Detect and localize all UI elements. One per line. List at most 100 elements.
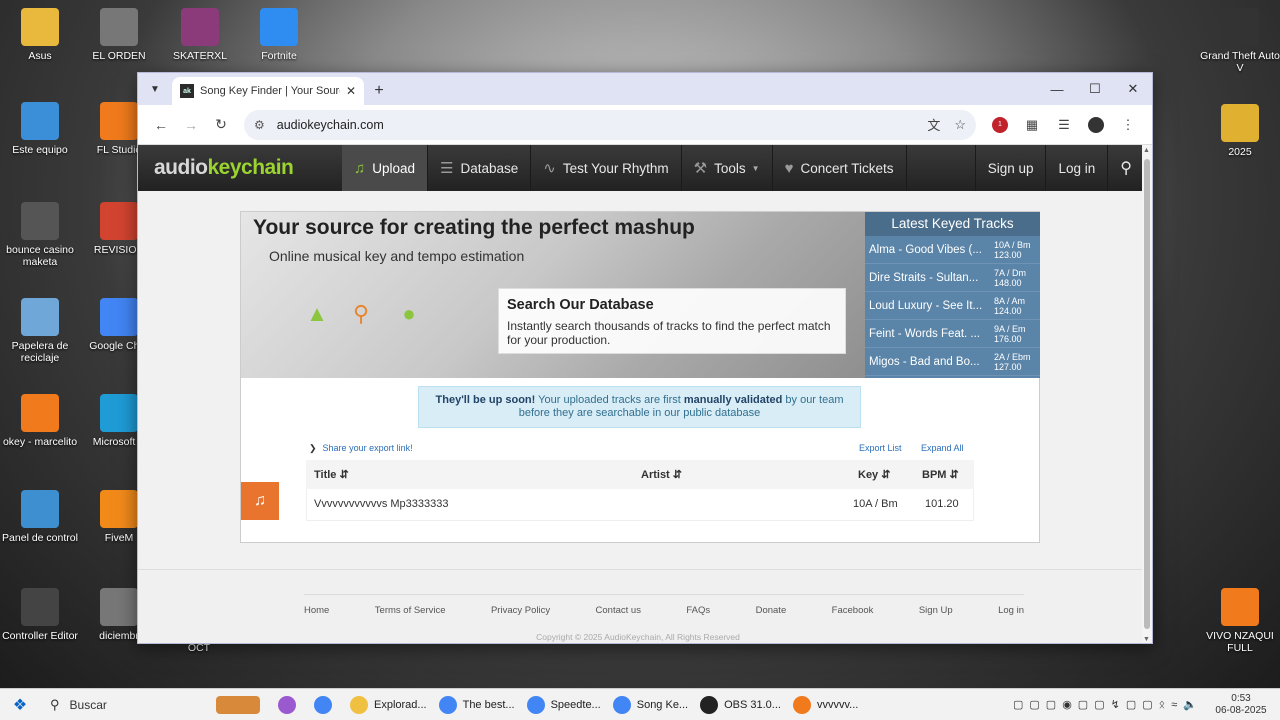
chrome-icon[interactable] xyxy=(308,689,344,720)
expand-all-link[interactable]: Expand All xyxy=(921,443,964,453)
nav-database[interactable]: ☰ Database xyxy=(428,145,532,191)
sort-artist[interactable]: Artist ⇵ xyxy=(641,468,682,481)
login-link[interactable]: Log in xyxy=(1045,145,1107,191)
puzzle-extensions-icon[interactable]: ▦ xyxy=(1016,110,1048,140)
back-button[interactable]: ← xyxy=(146,110,176,140)
nav-tools[interactable]: ⚒ Tools ▼ xyxy=(682,145,773,191)
tab-search-button[interactable]: ▼ xyxy=(138,73,172,105)
footer-link[interactable]: Privacy Policy xyxy=(491,605,550,616)
page-scrollbar[interactable]: ▲ ▼ xyxy=(1142,145,1152,643)
minimize-icon[interactable]: — xyxy=(1038,73,1076,105)
desktop-icon[interactable]: Fortnite xyxy=(239,8,319,62)
address-bar[interactable]: ⚙ audiokeychain.com 文 ☆ xyxy=(244,109,976,140)
taskbar-app[interactable]: Explorad... xyxy=(344,689,433,720)
desktop-icon[interactable]: Este equipo xyxy=(0,102,80,156)
footer-link[interactable]: Contact us xyxy=(596,605,641,616)
tray-icon[interactable]: ▢ xyxy=(1126,698,1136,711)
volume-icon[interactable]: 🔈 xyxy=(1183,698,1197,711)
signup-link[interactable]: Sign up xyxy=(974,145,1046,191)
widgets-button[interactable] xyxy=(210,689,272,720)
share-export-link[interactable]: ❯ Share your export link! xyxy=(309,443,413,454)
desktop-icon[interactable]: Asus xyxy=(0,8,80,62)
close-window-icon[interactable]: ✕ xyxy=(1114,73,1152,105)
new-tab-button[interactable]: + xyxy=(364,77,394,105)
latest-track-row[interactable]: Alma - Good Vibes (... 10A / Bm 123.00 xyxy=(865,236,1040,264)
upload-arrow-icon[interactable]: ▲ xyxy=(301,298,333,330)
footer-link[interactable]: Donate xyxy=(756,605,787,616)
taskbar-app[interactable]: vvvvvv... xyxy=(787,689,864,720)
taskbar-app[interactable]: OBS 31.0... xyxy=(694,689,787,720)
nav-concert-tickets[interactable]: ♥ Concert Tickets xyxy=(773,145,907,191)
video-file-icon xyxy=(21,202,59,240)
desktop-icon[interactable]: okey - marcelito xyxy=(0,394,80,448)
footer-link[interactable]: Home xyxy=(304,605,329,616)
hero-title: Your source for creating the perfect mas… xyxy=(253,216,695,239)
taskbar-app[interactable]: Speedte... xyxy=(521,689,607,720)
desktop-icon[interactable]: Controller Editor xyxy=(0,588,80,642)
usb-icon[interactable]: ↯ xyxy=(1111,698,1120,711)
search-database-card[interactable]: Search Our Database Instantly search tho… xyxy=(498,288,846,354)
reload-button[interactable]: ↻ xyxy=(206,110,236,140)
sort-bpm[interactable]: BPM ⇵ xyxy=(922,468,959,481)
tray-icon[interactable]: ▢ xyxy=(1094,698,1104,711)
sort-key[interactable]: Key ⇵ xyxy=(858,468,890,481)
export-list-link[interactable]: Export List xyxy=(859,443,902,453)
footer-link[interactable]: Log in xyxy=(998,605,1024,616)
tab-song-key-finder[interactable]: ak Song Key Finder | Your Source f ✕ xyxy=(172,77,364,105)
site-info-icon[interactable]: ⚙ xyxy=(254,118,265,132)
desktop-icon[interactable]: SKATERXL xyxy=(160,8,240,62)
media-control-icon[interactable]: ☰ xyxy=(1048,110,1080,140)
site-logo[interactable]: audiokeychain xyxy=(138,156,342,180)
bookmark-star-icon[interactable]: ☆ xyxy=(954,117,966,133)
desktop-icon[interactable]: bounce casino maketa xyxy=(0,202,80,268)
track-thumbnail-icon[interactable]: ♫ xyxy=(241,482,279,520)
copilot-icon[interactable] xyxy=(272,689,308,720)
app-icon xyxy=(792,695,811,714)
table-row[interactable]: Vvvvvvvvvvvvs Mp3333333 10A / Bm 101.20 xyxy=(306,489,974,521)
bluetooth-icon[interactable]: ᛟ xyxy=(1159,699,1166,711)
ticket-icon: ♥ xyxy=(784,159,794,177)
desktop-icon[interactable]: Papelera de reciclaje xyxy=(0,298,80,364)
taskbar-app[interactable]: Song Ke... xyxy=(607,689,694,720)
desktop-icon[interactable]: Panel de control xyxy=(0,490,80,544)
footer-link[interactable]: FAQs xyxy=(686,605,710,616)
maximize-icon[interactable]: ☐ xyxy=(1076,73,1114,105)
forward-button[interactable]: → xyxy=(176,110,206,140)
wifi-icon[interactable]: ≈ xyxy=(1171,699,1177,711)
profile-avatar[interactable] xyxy=(1080,110,1112,140)
system-tray: ▢ ▢ ▢ ◉ ▢ ▢ ↯ ▢ ▢ ᛟ ≈ 🔈 0:53 06-08-2025 xyxy=(1010,689,1280,720)
taskbar-search[interactable]: ⚲ Buscar xyxy=(40,689,210,720)
taskbar-app[interactable]: The best... xyxy=(433,689,521,720)
sort-title[interactable]: Title ⇵ xyxy=(314,468,349,481)
tray-icon[interactable]: ▢ xyxy=(1142,698,1152,711)
desktop-icon[interactable]: 2025 xyxy=(1200,104,1280,158)
taskbar-clock[interactable]: 0:53 06-08-2025 xyxy=(1210,693,1272,717)
tray-icon[interactable]: ▢ xyxy=(1029,698,1039,711)
extension-icon[interactable]: 1 xyxy=(984,110,1016,140)
nav-upload[interactable]: ♫ Upload xyxy=(342,145,429,191)
desktop-icon[interactable]: VIVO NZAQUI FULL xyxy=(1200,588,1280,654)
close-tab-icon[interactable]: ✕ xyxy=(346,84,356,98)
desktop-icon[interactable]: Grand Theft Auto V xyxy=(1200,8,1280,74)
footer-link[interactable]: Terms of Service xyxy=(375,605,446,616)
translate-icon[interactable]: 文 xyxy=(927,115,940,134)
users-icon[interactable]: ● xyxy=(393,298,425,330)
menu-kebab-icon[interactable]: ⋮ xyxy=(1112,110,1144,140)
tray-icon[interactable]: ▢ xyxy=(1046,698,1056,711)
latest-track-row[interactable]: Migos - Bad and Bo... 2A / Ebm 127.00 xyxy=(865,348,1040,376)
footer-link[interactable]: Sign Up xyxy=(919,605,953,616)
tray-icon[interactable]: ▢ xyxy=(1078,698,1088,711)
tray-icon[interactable]: ▢ xyxy=(1013,698,1023,711)
windows-start-icon[interactable]: ❖ xyxy=(0,689,40,720)
steam-icon[interactable]: ◉ xyxy=(1062,698,1072,711)
pdf-icon xyxy=(100,202,138,240)
latest-track-row[interactable]: Loud Luxury - See It... 8A / Am 124.00 xyxy=(865,292,1040,320)
nav-test-your-rhythm[interactable]: ∿ Test Your Rhythm xyxy=(531,145,682,191)
hero-banner: Your source for creating the perfect mas… xyxy=(241,212,865,378)
desktop-icon[interactable]: EL ORDEN xyxy=(79,8,159,62)
search-magnifier-icon[interactable]: ⚲ xyxy=(345,298,377,330)
latest-track-row[interactable]: Feint - Words Feat. ... 9A / Em 176.00 xyxy=(865,320,1040,348)
footer-link[interactable]: Facebook xyxy=(832,605,874,616)
latest-track-row[interactable]: Dire Straits - Sultan... 7A / Dm 148.00 xyxy=(865,264,1040,292)
search-icon[interactable]: ⚲ xyxy=(1107,145,1144,191)
